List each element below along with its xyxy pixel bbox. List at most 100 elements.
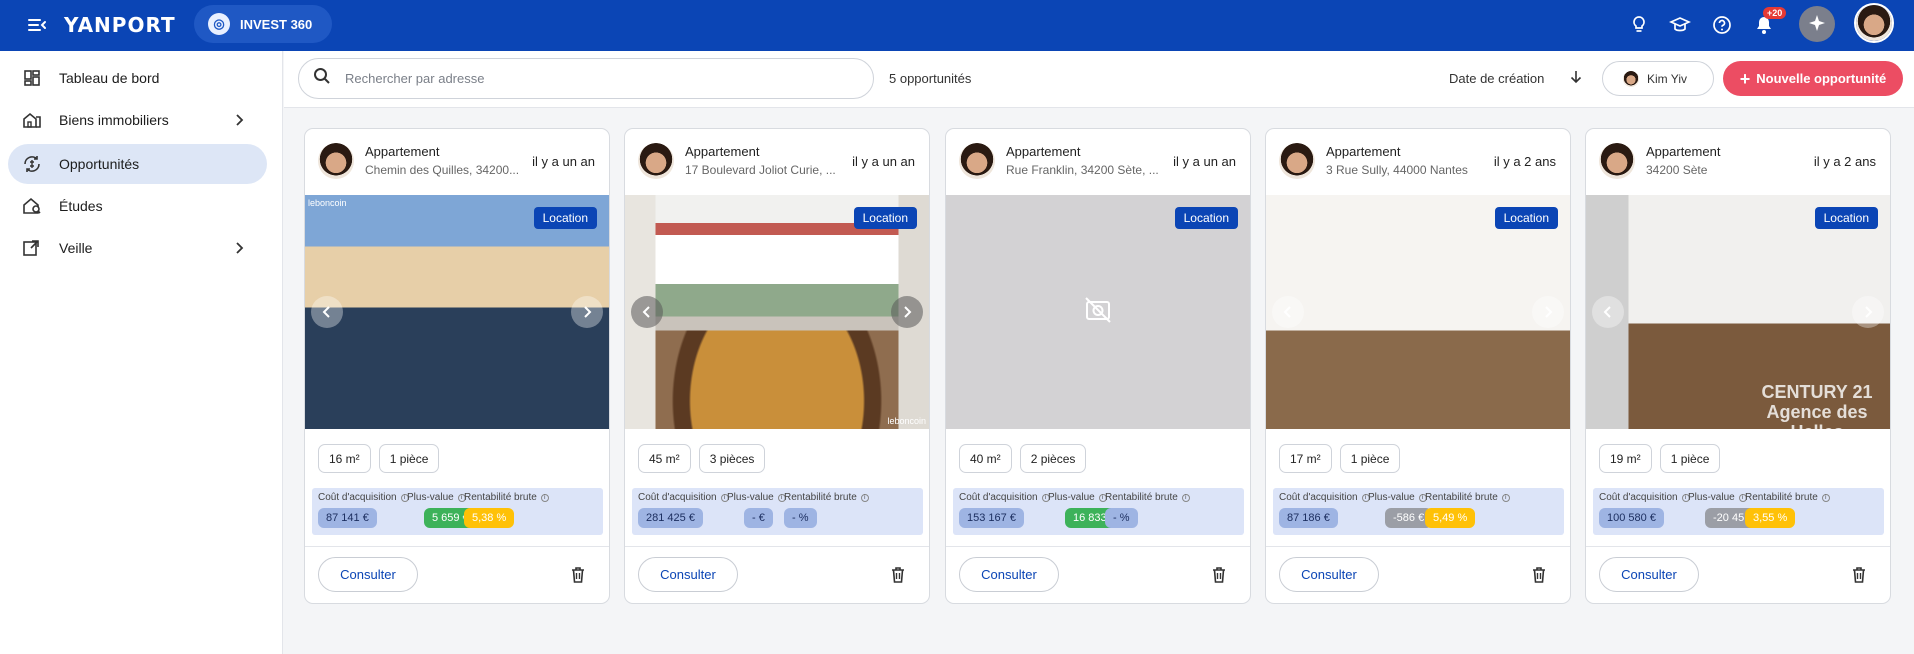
rooms-chip: 1 pièce	[1339, 444, 1401, 473]
gross-yield-label: Rentabilité brute i	[1745, 492, 1830, 503]
property-photo[interactable]: Location	[1266, 195, 1570, 429]
info-icon[interactable]: i	[540, 494, 549, 502]
app-logo[interactable]: YANPORT	[64, 11, 176, 39]
sidebar-item-studies[interactable]: Études	[8, 186, 267, 226]
delete-trash-icon[interactable]	[1850, 566, 1868, 584]
acquisition-cost-value: 87 141 €	[318, 508, 377, 528]
financial-metrics: Coût d'acquisition i Plus-value i Rentabil…	[953, 488, 1244, 535]
next-photo-chevron-right-icon[interactable]	[891, 296, 923, 328]
acquisition-cost-value: 153 167 €	[959, 508, 1024, 528]
new-opportunity-label: Nouvelle opportunité	[1756, 71, 1887, 86]
opportunity-card-4[interactable]: Appartement 3 Rue Sully, 44000 Nantes il…	[1265, 128, 1571, 604]
listing-type-badge: Location	[533, 207, 597, 229]
previous-photo-chevron-left-icon[interactable]	[1592, 296, 1624, 328]
property-address: 17 Boulevard Joliot Curie, ...	[685, 163, 836, 177]
capital-gain-label: Plus-value i	[1048, 492, 1107, 503]
previous-photo-chevron-left-icon[interactable]	[1272, 296, 1304, 328]
notification-count-badge: +20	[1763, 7, 1787, 19]
financial-metrics: Coût d'acquisition i Plus-value i Rentabil…	[1273, 488, 1564, 535]
product-label: INVEST 360	[240, 16, 313, 32]
menu-collapse-icon[interactable]	[26, 14, 48, 36]
financial-metrics: Coût d'acquisition i Plus-value i Rentabil…	[632, 488, 923, 535]
sidebar: Tableau de bord Biens immobiliers Opport…	[0, 51, 283, 654]
info-icon[interactable]: i	[1821, 494, 1830, 502]
sort-field-selector[interactable]: Date de création	[1449, 71, 1544, 86]
gross-yield-label: Rentabilité brute i	[464, 492, 549, 503]
property-address: 34200 Sète	[1646, 163, 1708, 177]
info-icon[interactable]: i	[1181, 494, 1190, 502]
consult-button[interactable]: Consulter	[638, 557, 738, 592]
ai-assistant-sparkle-icon[interactable]	[1799, 6, 1835, 42]
consult-button[interactable]: Consulter	[318, 557, 418, 592]
delete-trash-icon[interactable]	[889, 566, 907, 584]
product-switcher[interactable]: ◎ INVEST 360	[194, 5, 333, 43]
info-icon[interactable]: i	[860, 494, 869, 502]
opportunity-card-2[interactable]: Appartement 17 Boulevard Joliot Curie, .…	[624, 128, 930, 604]
avatar	[1623, 70, 1639, 87]
rooms-chip: 1 pièce	[1659, 444, 1721, 473]
top-bar: YANPORT ◎ INVEST 360 +20	[0, 0, 1914, 51]
property-photo[interactable]: Location leboncoin	[625, 195, 929, 429]
created-time: il y a un an	[1173, 154, 1236, 169]
area-chip: 17 m²	[1279, 444, 1332, 473]
sidebar-item-opportunities[interactable]: Opportunités	[8, 144, 267, 184]
rooms-chip: 1 pièce	[378, 444, 440, 473]
gross-yield-value: 5,49 %	[1425, 508, 1476, 528]
opportunity-card-3[interactable]: Appartement Rue Franklin, 34200 Sète, ..…	[945, 128, 1251, 604]
property-photo[interactable]: Location CENTURY 21 Agence des Halles	[1586, 195, 1890, 429]
sidebar-item-dashboard[interactable]: Tableau de bord	[8, 58, 267, 98]
watch-icon	[22, 238, 42, 258]
previous-photo-chevron-left-icon[interactable]	[311, 296, 343, 328]
sidebar-item-label: Études	[59, 198, 103, 214]
listing-type-badge: Location	[1814, 207, 1878, 229]
property-photo[interactable]: Location leboncoin	[305, 195, 609, 429]
acquisition-cost-label: Coût d'acquisition i	[959, 492, 1050, 503]
opportunity-card-5[interactable]: Appartement 34200 Sète il y a 2 ans Loca…	[1585, 128, 1891, 604]
property-features: 17 m² 1 pièce	[1279, 444, 1401, 473]
consult-button[interactable]: Consulter	[959, 557, 1059, 592]
created-time: il y a 2 ans	[1493, 154, 1556, 169]
sidebar-item-watch[interactable]: Veille	[8, 228, 267, 268]
consult-button[interactable]: Consulter	[1279, 557, 1379, 592]
user-filter-chip[interactable]: Kim Yiv	[1602, 61, 1714, 96]
user-avatar[interactable]	[1854, 3, 1894, 43]
new-opportunity-button[interactable]: + Nouvelle opportunité	[1723, 61, 1903, 96]
help-icon[interactable]	[1707, 10, 1737, 40]
acquisition-cost-label: Coût d'acquisition i	[1279, 492, 1370, 503]
study-icon	[22, 196, 42, 216]
next-photo-chevron-right-icon[interactable]	[1532, 296, 1564, 328]
property-type: Appartement	[365, 144, 440, 159]
delete-trash-icon[interactable]	[1210, 566, 1228, 584]
property-address: Rue Franklin, 34200 Sète, ...	[1006, 163, 1159, 177]
next-photo-chevron-right-icon[interactable]	[1852, 296, 1884, 328]
acquisition-cost-label: Coût d'acquisition i	[638, 492, 729, 503]
sort-direction-arrow-down-icon[interactable]	[1568, 69, 1584, 85]
search-icon	[313, 67, 331, 90]
delete-trash-icon[interactable]	[1530, 566, 1548, 584]
divider	[946, 546, 1250, 547]
search-input[interactable]	[345, 71, 825, 86]
acquisition-cost-label: Coût d'acquisition i	[1599, 492, 1690, 503]
consult-button[interactable]: Consulter	[1599, 557, 1699, 592]
card-header: Appartement Rue Franklin, 34200 Sète, ..…	[946, 129, 1250, 195]
chevron-right-icon	[231, 240, 247, 256]
info-icon[interactable]: i	[1501, 494, 1510, 502]
previous-photo-chevron-left-icon[interactable]	[631, 296, 663, 328]
property-photo[interactable]: Location	[946, 195, 1250, 429]
divider	[305, 546, 609, 547]
gross-yield-value: - %	[784, 508, 817, 528]
avatar	[318, 143, 354, 179]
property-type: Appartement	[1646, 144, 1721, 159]
next-photo-chevron-right-icon[interactable]	[571, 296, 603, 328]
no-photo-icon	[1083, 295, 1113, 325]
graduation-cap-icon[interactable]	[1665, 10, 1695, 40]
created-time: il y a un an	[852, 154, 915, 169]
sidebar-item-properties[interactable]: Biens immobiliers	[8, 100, 267, 140]
lightbulb-icon[interactable]	[1624, 10, 1654, 40]
gross-yield-label: Rentabilité brute i	[1425, 492, 1510, 503]
opportunity-card-1[interactable]: Appartement Chemin des Quilles, 34200...…	[304, 128, 610, 604]
search-box[interactable]	[298, 58, 874, 99]
delete-trash-icon[interactable]	[569, 566, 587, 584]
notifications-bell-icon[interactable]: +20	[1749, 7, 1787, 40]
capital-gain-value: - €	[744, 508, 773, 528]
